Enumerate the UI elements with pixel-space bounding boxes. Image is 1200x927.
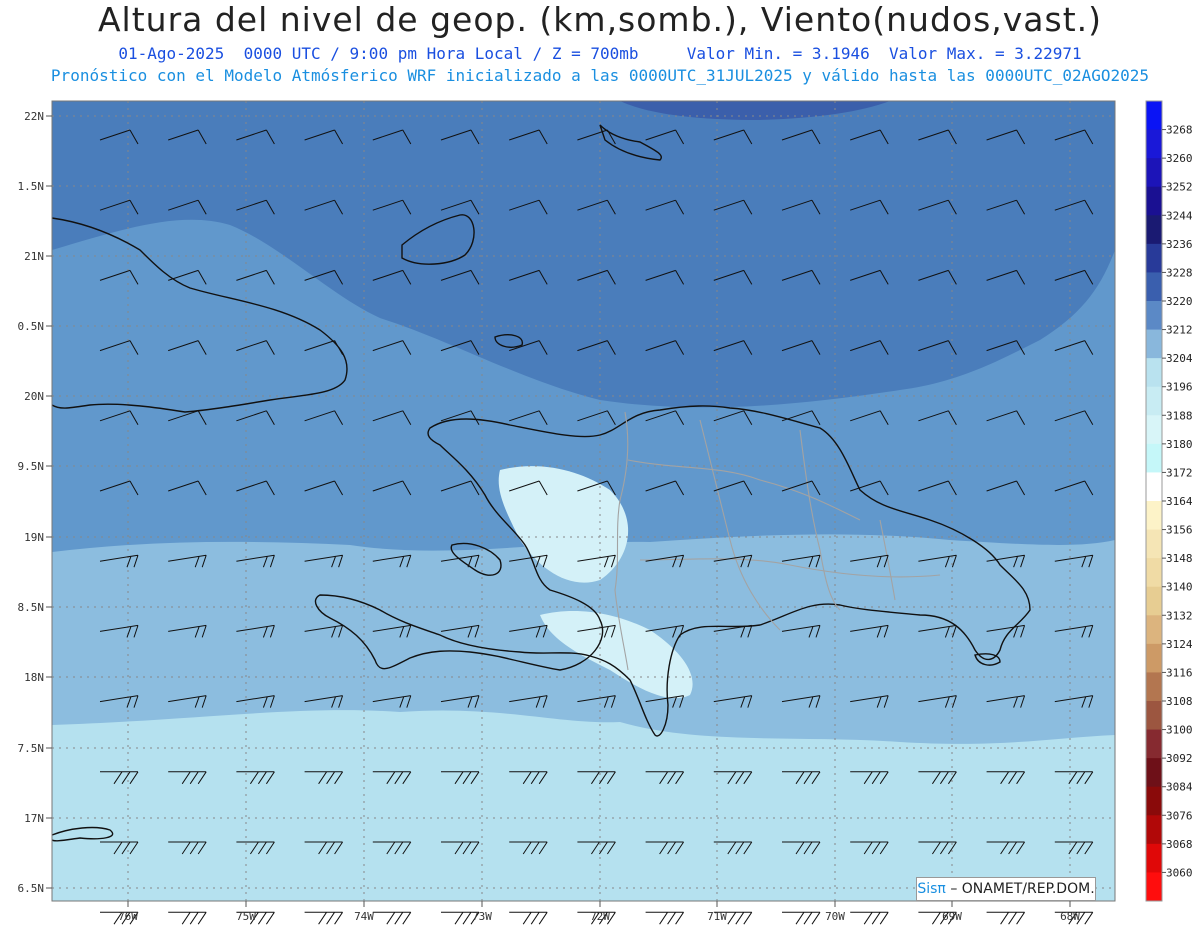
lat-label: 8.5N	[18, 601, 45, 614]
wind-barb	[304, 911, 344, 925]
credit-sis: Sisπ	[917, 881, 946, 897]
lat-label: 18N	[24, 671, 44, 684]
lat-label: 17N	[24, 812, 44, 825]
colorbar-swatch	[1146, 158, 1162, 188]
colorbar-swatch	[1146, 129, 1162, 159]
lat-label: 19N	[24, 531, 44, 544]
wind-barb	[850, 911, 889, 925]
colorbar-swatch	[1146, 329, 1162, 359]
colorbar-swatch	[1146, 643, 1162, 673]
colorbar-swatch	[1146, 843, 1162, 873]
credit-box: Sisπ – ONAMET/REP.DOM.	[916, 877, 1096, 901]
colorbar-swatch	[1146, 586, 1162, 616]
colorbar-label: 3156	[1166, 524, 1193, 537]
colorbar: 3268 3260 3252 3244 3236 3228 3220 3212 3204 3196…	[1145, 100, 1193, 902]
colorbar-swatch	[1146, 872, 1162, 902]
contour-fill-layer	[52, 101, 1115, 901]
colorbar-swatch	[1146, 729, 1162, 759]
colorbar-label: 3244	[1166, 209, 1193, 222]
colorbar-label: 3060	[1166, 866, 1193, 879]
colorbar-label: 3140	[1166, 581, 1193, 594]
colorbar-label: 3260	[1166, 152, 1193, 165]
map-canvas: 22N 1.5N 21N 0.5N 20N 9.5N 19N 8.5N 18N 7.5N 17N 6.…	[18, 100, 1193, 925]
lat-label: 20N	[24, 390, 44, 403]
colorbar-label: 3164	[1166, 495, 1193, 508]
colorbar-label: 3148	[1166, 552, 1193, 565]
wind-barb	[168, 911, 207, 925]
lat-axis: 22N 1.5N 21N 0.5N 20N 9.5N 19N 8.5N 18N 7.5N 17N 6.…	[18, 110, 52, 895]
colorbar-swatch	[1146, 386, 1162, 416]
lon-label: 72W	[590, 910, 610, 923]
colorbar-label: 3172	[1166, 466, 1193, 479]
colorbar-label: 3124	[1166, 638, 1193, 651]
lat-label: 22N	[24, 110, 44, 123]
lon-label: 75W	[236, 910, 256, 923]
colorbar-label: 3132	[1166, 609, 1193, 622]
colorbar-swatch	[1146, 101, 1162, 131]
lat-label: 9.5N	[18, 460, 45, 473]
colorbar-swatch	[1146, 701, 1162, 731]
colorbar-swatch	[1146, 672, 1162, 702]
lat-label: 1.5N	[18, 180, 45, 193]
lon-label: 68W	[1060, 910, 1080, 923]
lon-label: 69W	[942, 910, 962, 923]
lat-label: 7.5N	[18, 742, 45, 755]
wind-barb	[986, 911, 1026, 925]
lon-label: 73W	[472, 910, 492, 923]
lat-label: 6.5N	[18, 882, 45, 895]
wind-barb	[372, 911, 412, 925]
lon-label: 76W	[118, 910, 138, 923]
colorbar-swatch	[1146, 815, 1162, 845]
colorbar-swatch	[1146, 615, 1162, 645]
colorbar-label: 3084	[1166, 781, 1193, 794]
colorbar-label: 3196	[1166, 381, 1193, 394]
colorbar-label: 3236	[1166, 238, 1193, 251]
colorbar-swatch	[1146, 472, 1162, 502]
colorbar-swatch	[1146, 558, 1162, 588]
colorbar-swatch	[1146, 415, 1162, 445]
colorbar-swatch	[1146, 272, 1162, 302]
colorbar-swatch	[1146, 186, 1162, 216]
lat-label: 0.5N	[18, 320, 45, 333]
colorbar-swatch	[1146, 501, 1162, 531]
wind-barb	[645, 911, 685, 925]
colorbar-label: 3228	[1166, 266, 1193, 279]
colorbar-swatch	[1146, 443, 1162, 473]
lat-label: 21N	[24, 250, 44, 263]
colorbar-swatch	[1146, 358, 1162, 388]
colorbar-label: 3076	[1166, 809, 1193, 822]
wind-barb	[782, 911, 821, 925]
colorbar-label: 3068	[1166, 838, 1193, 851]
colorbar-swatch	[1146, 243, 1162, 273]
colorbar-label: 3100	[1166, 724, 1193, 737]
credit-org: – ONAMET/REP.DOM.	[950, 881, 1095, 897]
colorbar-swatch	[1146, 786, 1162, 816]
colorbar-label: 3092	[1166, 752, 1193, 765]
colorbar-swatch	[1146, 758, 1162, 788]
colorbar-label: 3108	[1166, 695, 1193, 708]
colorbar-label: 3204	[1166, 352, 1193, 365]
lon-label: 74W	[354, 910, 374, 923]
colorbar-swatch	[1146, 529, 1162, 559]
colorbar-label: 3220	[1166, 295, 1193, 308]
lon-label: 70W	[825, 910, 845, 923]
colorbar-label: 3180	[1166, 438, 1193, 451]
colorbar-label: 3252	[1166, 181, 1193, 194]
colorbar-label: 3268	[1166, 124, 1193, 137]
wind-barb	[509, 911, 548, 925]
colorbar-label: 3188	[1166, 409, 1193, 422]
colorbar-swatch	[1146, 301, 1162, 331]
colorbar-swatch	[1146, 215, 1162, 245]
colorbar-label: 3212	[1166, 324, 1193, 337]
lon-label: 71W	[707, 910, 727, 923]
colorbar-label: 3116	[1166, 666, 1193, 679]
